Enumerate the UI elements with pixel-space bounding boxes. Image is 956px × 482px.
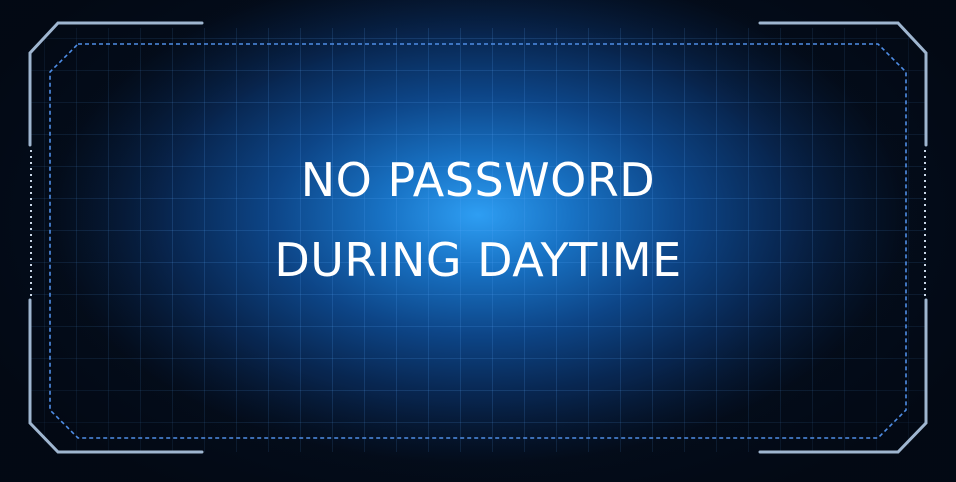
hud-screen: NO PASSWORD DURING DAYTIME [0, 0, 956, 482]
notice-line-2: DURING DAYTIME [274, 233, 682, 287]
notice-message: NO PASSWORD DURING DAYTIME [0, 140, 956, 300]
corner-bracket-top-right [758, 21, 928, 147]
corner-bracket-bottom-right [758, 298, 928, 454]
notice-line-1: NO PASSWORD [300, 153, 656, 207]
corner-bracket-bottom-left [28, 298, 204, 454]
corner-bracket-top-left [28, 21, 204, 147]
